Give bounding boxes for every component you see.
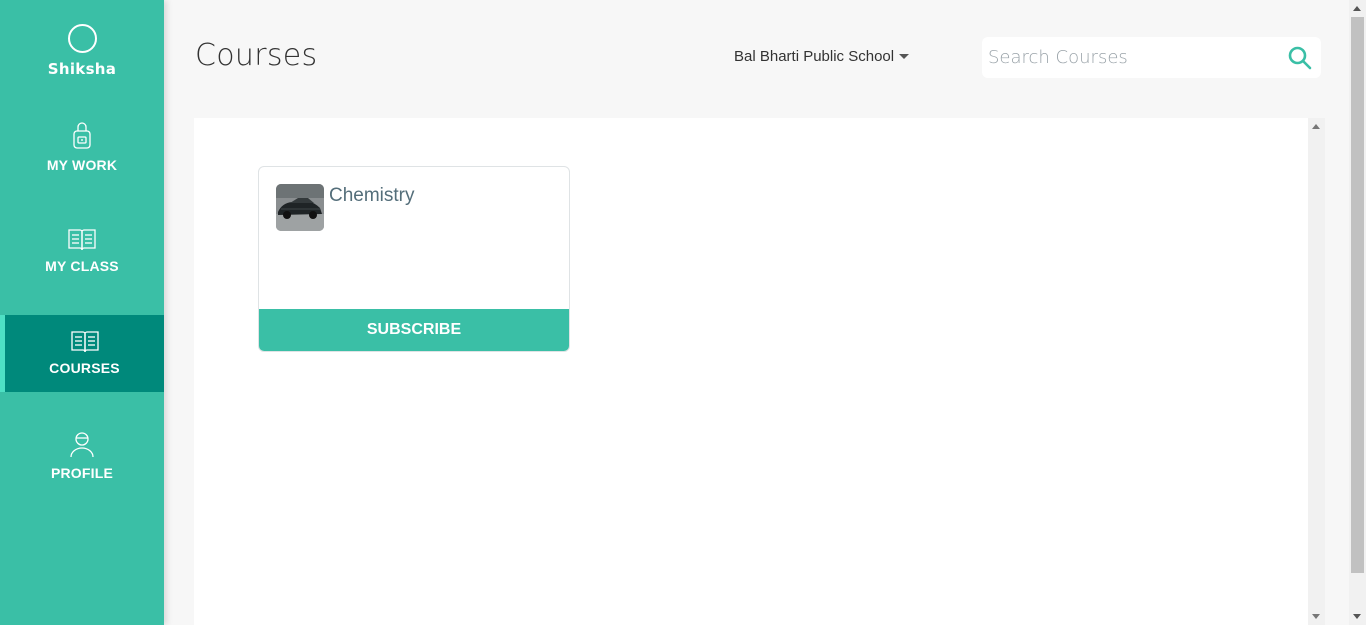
sidebar: Shiksha MY WORK MY CLASS COURSES PROFILE: [0, 0, 164, 625]
book-icon: [68, 229, 96, 251]
sidebar-item-my-class[interactable]: MY CLASS: [0, 226, 164, 274]
book-icon: [70, 331, 99, 353]
logo-circle-icon: [67, 24, 97, 53]
content-scrollbar[interactable]: [1308, 118, 1325, 625]
sidebar-item-courses[interactable]: COURSES: [0, 315, 164, 392]
course-title[interactable]: Chemistry: [329, 185, 415, 207]
page-title: Courses: [195, 38, 318, 73]
sidebar-item-label: MY WORK: [46, 157, 118, 173]
school-dropdown[interactable]: Bal Bharti Public School: [734, 48, 910, 65]
course-thumbnail: [276, 184, 324, 231]
search-icon[interactable]: [1287, 45, 1313, 71]
school-dropdown-label: Bal Bharti Public School: [734, 48, 895, 65]
caret-down-icon: [899, 54, 910, 59]
brand-name: Shiksha: [47, 60, 117, 78]
scroll-down-arrow-icon[interactable]: [1312, 614, 1320, 619]
sidebar-item-label: PROFILE: [50, 465, 114, 481]
courses-panel: Chemistry SUBSCRIBE: [194, 118, 1325, 625]
subscribe-button[interactable]: SUBSCRIBE: [259, 309, 569, 351]
scroll-up-arrow-icon[interactable]: [1353, 6, 1361, 11]
scrollbar-thumb[interactable]: [1351, 17, 1364, 573]
search-box: [982, 37, 1321, 78]
brand-logo[interactable]: Shiksha: [0, 24, 164, 78]
user-icon: [70, 432, 94, 458]
course-card[interactable]: Chemistry SUBSCRIBE: [258, 166, 570, 352]
backpack-icon: [73, 122, 91, 149]
sidebar-item-my-work[interactable]: MY WORK: [0, 121, 164, 173]
page-scrollbar[interactable]: [1349, 0, 1366, 625]
scroll-down-arrow-icon[interactable]: [1353, 614, 1361, 619]
car-photo: [276, 184, 324, 231]
sidebar-item-profile[interactable]: PROFILE: [0, 429, 164, 481]
sidebar-item-label: MY CLASS: [45, 258, 119, 274]
scroll-up-arrow-icon[interactable]: [1312, 124, 1320, 129]
search-input[interactable]: [988, 37, 1278, 78]
sidebar-item-label: COURSES: [49, 360, 120, 376]
